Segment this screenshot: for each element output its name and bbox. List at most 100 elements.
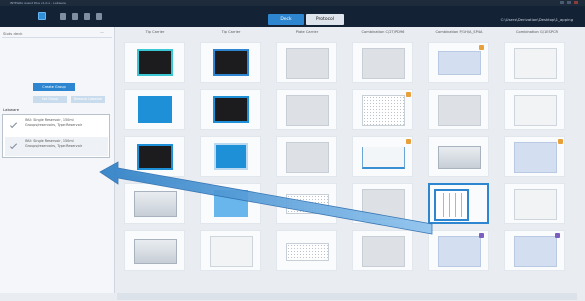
position-strip [117, 293, 577, 300]
labware-cell[interactable] [352, 230, 413, 271]
column-header: Tip Carrier [221, 30, 241, 34]
labware-cell[interactable] [352, 183, 413, 224]
labware-cell[interactable] [124, 230, 185, 271]
deck-view-icon[interactable] [38, 12, 46, 20]
labware-cell[interactable] [124, 183, 185, 224]
labware-cell[interactable] [124, 42, 185, 83]
new-file-icon[interactable] [60, 13, 66, 20]
badge-icon [479, 233, 484, 238]
tray-image [134, 239, 177, 264]
tip-rack-image [138, 96, 172, 123]
labware-cell[interactable] [124, 136, 185, 177]
check-icon [9, 141, 18, 150]
labware-cell[interactable] [504, 183, 565, 224]
labware-cell[interactable] [428, 136, 489, 177]
window-title: INTEGRA Assist Plus v1.0.x - Labware [10, 1, 66, 5]
trough-image [362, 147, 405, 169]
tab-deck[interactable]: Deck [268, 14, 304, 25]
tab-protocol[interactable]: Protocol [306, 14, 344, 25]
plate-96-image [286, 194, 329, 214]
labware-cell[interactable] [428, 89, 489, 130]
plate-image [362, 48, 405, 79]
plate-image [438, 236, 481, 267]
plate-image [514, 48, 557, 79]
tip-box-image [213, 96, 249, 123]
open-folder-icon[interactable] [72, 13, 78, 20]
plate-image [286, 95, 329, 126]
tip-rack-image [214, 190, 248, 217]
reservoir-image [434, 189, 469, 221]
tip-rack-image [214, 143, 248, 170]
selected-labware-cell[interactable] [428, 183, 489, 224]
plate-image [438, 146, 481, 169]
close-icon[interactable] [574, 1, 578, 4]
settings-icon[interactable] [96, 13, 102, 20]
save-icon[interactable] [84, 13, 90, 20]
labware-item-label: INU: Single Reservoir, 150ml Groups/rese… [25, 139, 83, 148]
labware-cell[interactable] [352, 42, 413, 83]
slots-header: Slots deck [3, 31, 23, 36]
plate-image [210, 236, 253, 267]
column-header: Combination P/1H/A_SP4A [435, 30, 483, 34]
column-header: Plate Carrier [295, 30, 319, 34]
labware-cell[interactable] [200, 136, 261, 177]
labware-cell[interactable] [504, 42, 565, 83]
labware-cell[interactable] [200, 89, 261, 130]
set-group-button[interactable]: Set Group [33, 96, 67, 103]
plate-image [514, 142, 557, 173]
labware-list: INU: Single Reservoir, 150ml Groups/rese… [2, 114, 110, 158]
badge-icon [558, 139, 563, 144]
tray-image [134, 191, 177, 217]
labware-cell[interactable] [276, 230, 337, 271]
plate-96-image [286, 243, 329, 261]
labware-cell[interactable] [504, 89, 565, 130]
file-path: C:\Users\Derivation\Desktop\1_apping [500, 17, 573, 22]
labware-item-label: INU: Single Reservoir, 150ml Groups/rese… [25, 118, 83, 127]
badge-icon [555, 233, 560, 238]
column-header: Combination G/1ESPCR [515, 30, 558, 34]
labware-cell[interactable] [124, 89, 185, 130]
plate-96-image [362, 95, 405, 126]
plate-image [286, 142, 329, 173]
plate-image [286, 48, 329, 79]
labware-cell[interactable] [504, 230, 565, 271]
labware-cell[interactable] [200, 42, 261, 83]
labware-header: Labware [3, 107, 20, 112]
labware-cell[interactable] [352, 89, 413, 130]
labware-cell[interactable] [428, 230, 489, 271]
check-icon [9, 120, 18, 129]
create-group-button[interactable]: Create Group [33, 83, 75, 91]
labware-cell[interactable] [352, 136, 413, 177]
tip-box-image [137, 144, 173, 170]
divider [2, 37, 112, 38]
collapse-icon[interactable]: — [100, 30, 104, 35]
column-header: Tip Carrier [145, 30, 165, 34]
toolbar: Deck Protocol C:\Users\Derivation\Deskto… [0, 6, 585, 27]
tip-box-image [137, 49, 173, 76]
labware-cell[interactable] [276, 42, 337, 83]
labware-cell[interactable] [200, 183, 261, 224]
badge-icon [406, 92, 411, 97]
plate-image [362, 236, 405, 267]
deck-grid: Tip Carrier Tip Carrier Plate Carrier Co… [117, 27, 577, 293]
labware-item[interactable]: INU: Single Reservoir, 150ml Groups/rese… [5, 116, 108, 135]
labware-cell[interactable] [276, 183, 337, 224]
plate-image [514, 189, 557, 220]
labware-item[interactable]: INU: Single Reservoir, 150ml Groups/rese… [5, 137, 108, 156]
remove-labware-button[interactable]: Remove Labware [71, 96, 105, 103]
tip-box-image [213, 49, 249, 76]
labware-cell[interactable] [200, 230, 261, 271]
maximize-icon[interactable] [567, 1, 571, 4]
plate-image [438, 51, 481, 75]
plate-image [514, 236, 557, 267]
labware-cell[interactable] [276, 136, 337, 177]
labware-cell[interactable] [276, 89, 337, 130]
plate-image [362, 189, 405, 220]
plate-image [514, 95, 557, 126]
labware-cell[interactable] [428, 42, 489, 83]
labware-cell[interactable] [504, 136, 565, 177]
column-header: Combination C/2T/PD96 [361, 30, 405, 34]
badge-icon [479, 45, 484, 50]
minimize-icon[interactable] [560, 1, 564, 4]
plate-image [438, 95, 481, 126]
